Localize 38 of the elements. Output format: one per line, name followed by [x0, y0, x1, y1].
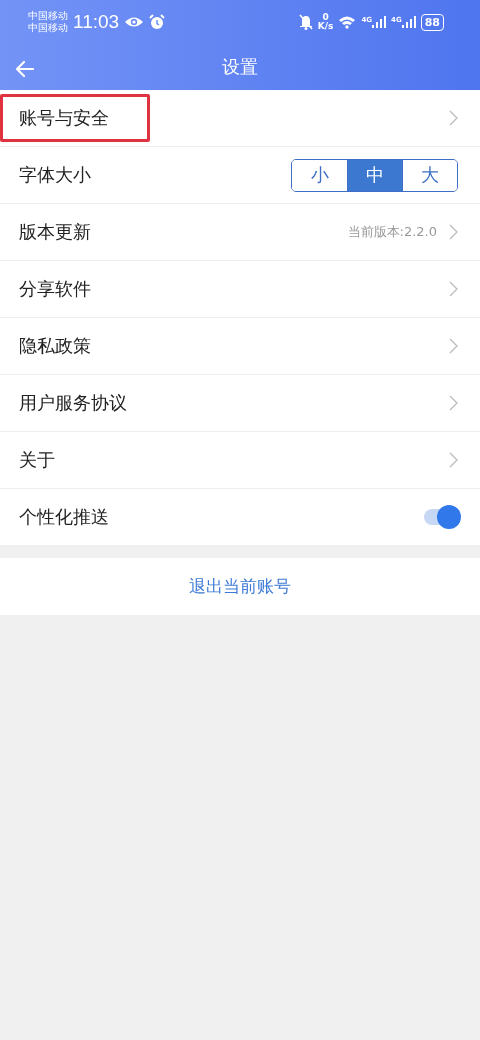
speed-unit: K/s — [317, 22, 334, 31]
chevron-right-icon — [449, 224, 458, 240]
eye-icon — [124, 15, 145, 29]
setting-label: 个性化推送 — [19, 505, 109, 529]
setting-label: 隐私政策 — [19, 334, 91, 358]
page-title: 设置 — [222, 55, 258, 79]
carrier-name: 中国移动 — [28, 10, 68, 22]
size-option[interactable]: 中 — [347, 159, 402, 191]
settings-row[interactable]: 用户服务协议 — [0, 375, 480, 432]
alarm-icon — [149, 14, 166, 30]
clock-time: 11:03 — [73, 11, 120, 33]
back-arrow-icon — [14, 60, 34, 78]
signal-icon — [372, 16, 387, 28]
chevron-right-icon — [449, 281, 458, 297]
settings-row[interactable]: 关于 — [0, 432, 480, 489]
version-text: 当前版本:2.2.0 — [347, 223, 437, 241]
chevron-right-icon — [449, 110, 458, 126]
signal-icon — [401, 16, 416, 28]
chevron-right-icon — [449, 452, 458, 468]
settings-row[interactable]: 隐私政策 — [0, 318, 480, 375]
muted-bell-icon — [298, 14, 313, 30]
logout-button[interactable]: 退出当前账号 — [183, 569, 297, 604]
setting-label: 账号与安全 — [19, 107, 109, 128]
settings-row[interactable]: 账号与安全 — [0, 90, 480, 147]
battery-level: 88 — [424, 15, 440, 29]
setting-label: 分享软件 — [19, 277, 91, 301]
settings-row[interactable]: 版本更新 当前版本:2.2.0 — [0, 204, 480, 261]
size-option[interactable]: 大 — [402, 159, 457, 191]
wifi-icon — [338, 15, 357, 29]
speed-value: 0 — [322, 13, 329, 22]
setting-label: 用户服务协议 — [19, 391, 127, 415]
carrier-name: 中国移动 — [28, 22, 68, 34]
setting-label: 关于 — [19, 448, 55, 472]
setting-label: 字体大小 — [19, 163, 91, 187]
settings-row[interactable]: 分享软件 — [0, 261, 480, 318]
chevron-right-icon — [449, 395, 458, 411]
chevron-right-icon — [449, 338, 458, 354]
setting-label: 版本更新 — [19, 220, 91, 244]
